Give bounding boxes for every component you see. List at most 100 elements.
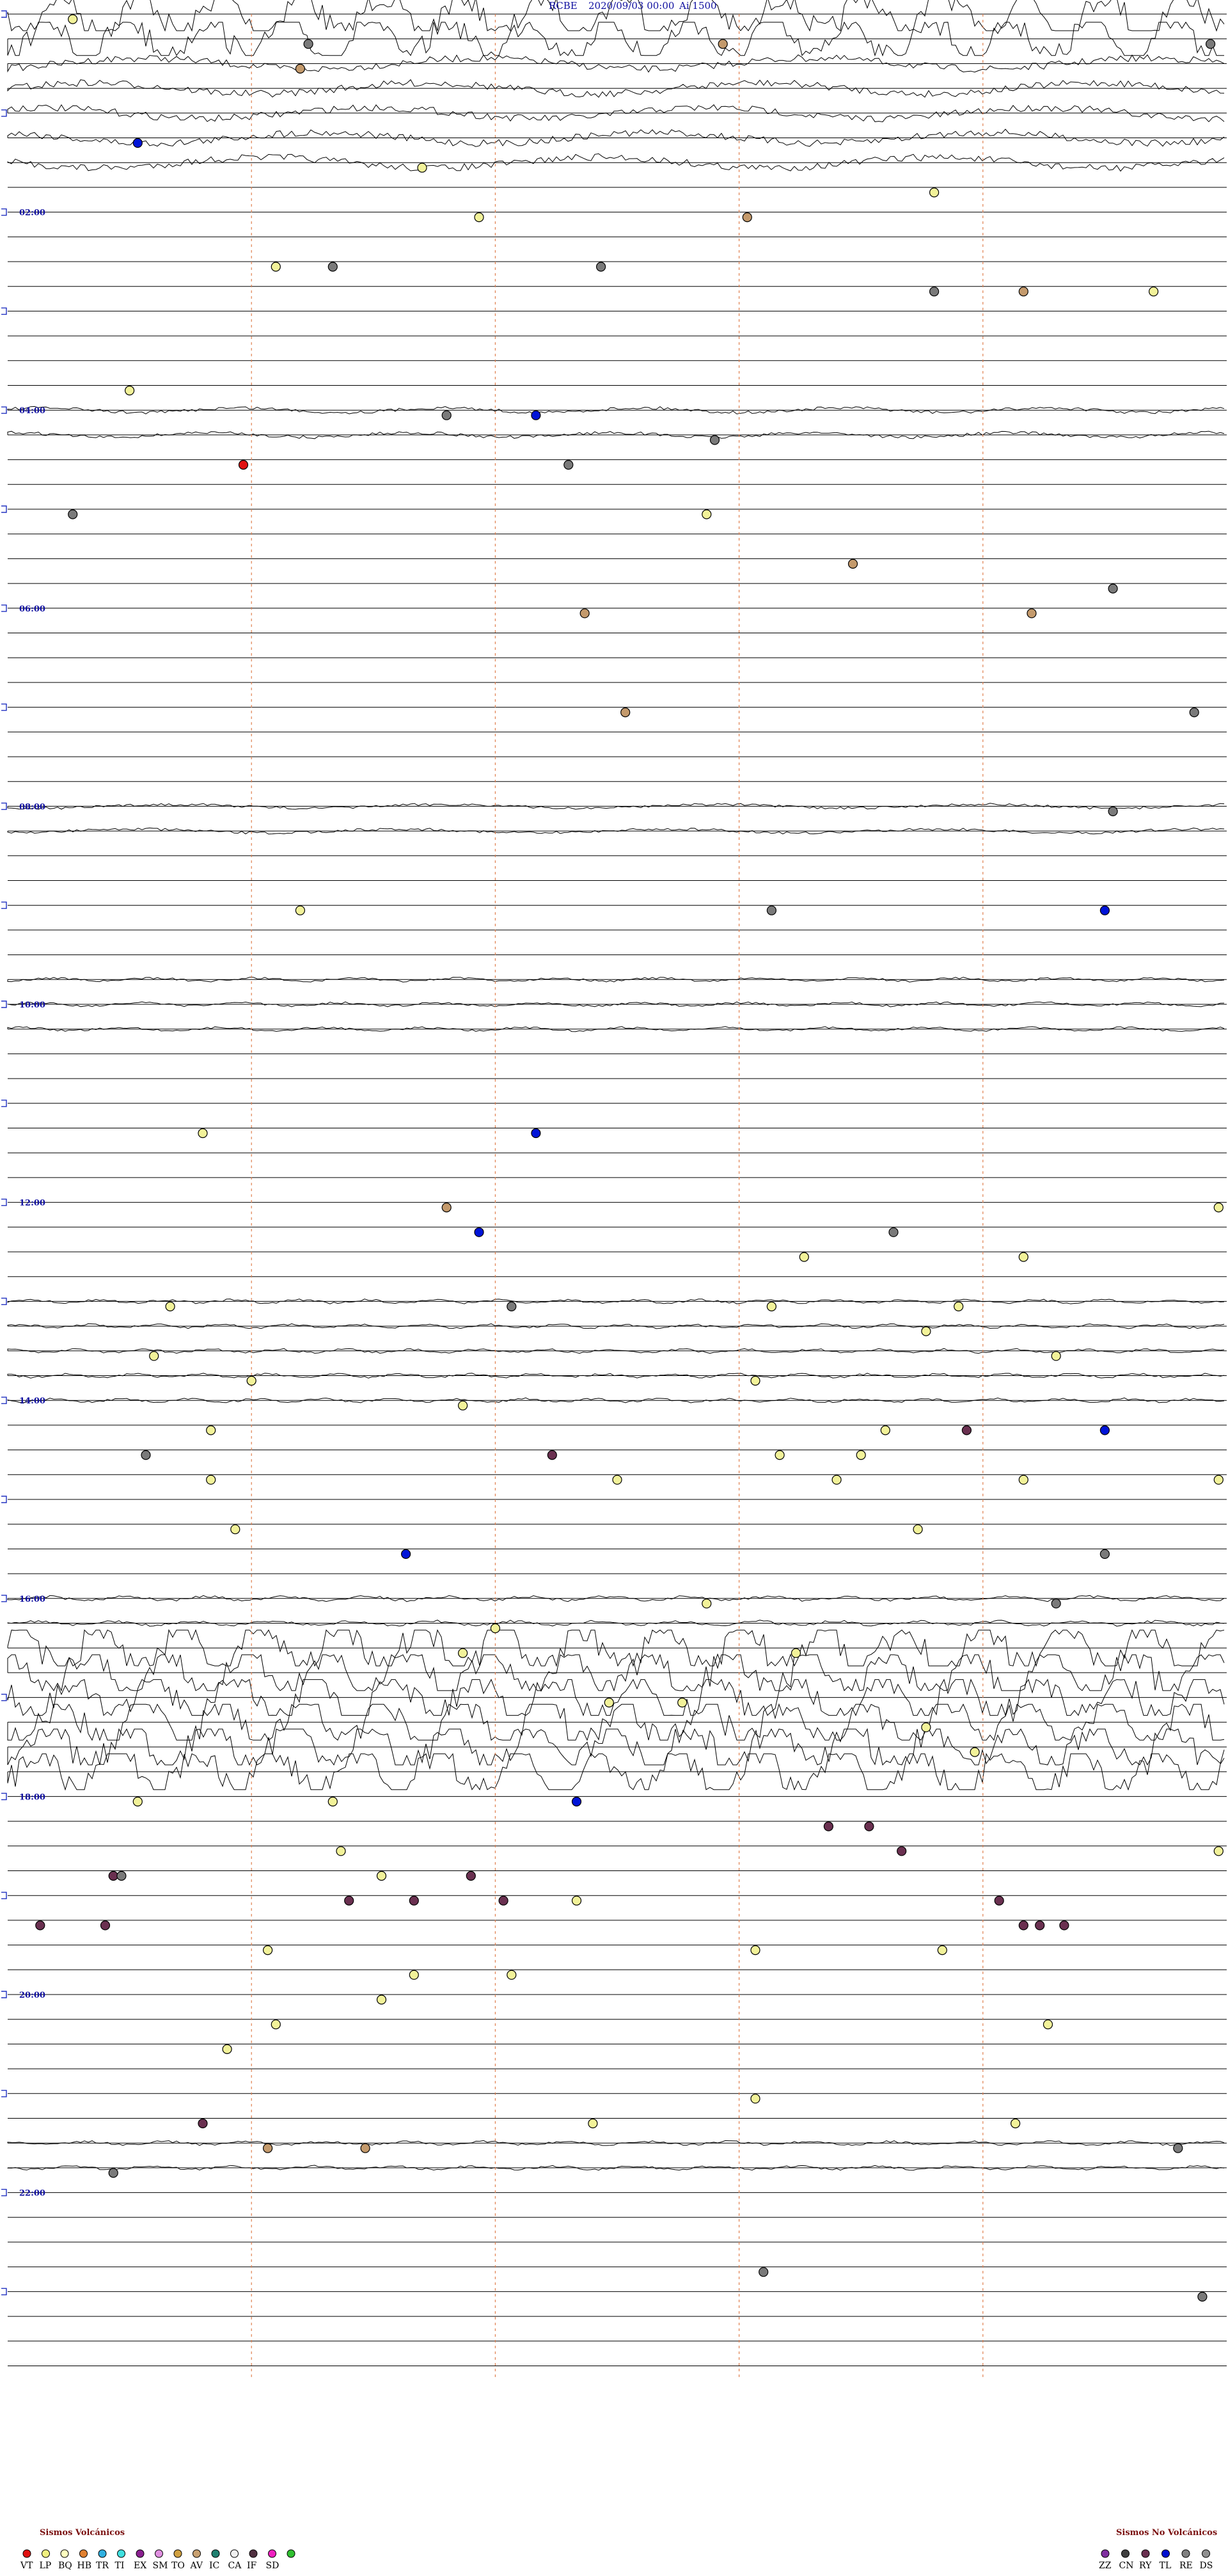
legend-non-volcanic-title: Sismos No Volcánicos [1116,2528,1217,2538]
legend-swatch [193,2549,201,2558]
event-marker [937,1945,947,1956]
event-marker [1018,1252,1028,1262]
event-marker [759,2267,769,2277]
event-marker [263,2143,273,2153]
scale-label: Ai 1500 [679,0,717,12]
hour-label: 02:00 [19,209,45,218]
event-marker [327,1796,338,1806]
event-marker [1059,1920,1069,1931]
event-marker [531,1128,541,1139]
event-marker [100,1920,111,1931]
event-marker [498,1895,508,1906]
legend-swatch [98,2549,107,2558]
event-marker [563,459,574,470]
event-marker [466,1870,476,1881]
event-marker [1051,1599,1061,1609]
event-marker [742,212,752,223]
event-marker [897,1846,907,1856]
event-marker [441,1202,452,1213]
legend-code: CA [228,2561,242,2571]
hour-label: 16:00 [19,1595,45,1604]
event-marker [856,1450,866,1460]
event-marker [295,905,305,915]
event-marker [1213,1474,1224,1485]
legend-code: SM [153,2561,168,2571]
event-marker [327,262,338,272]
event-marker [929,187,940,198]
event-marker [595,262,606,272]
event-marker [132,1796,143,1806]
event-marker [1051,1351,1061,1361]
legend-code: DS [1200,2561,1213,2571]
event-marker [571,1796,582,1806]
event-marker [709,435,720,445]
event-marker [238,459,249,470]
event-marker [409,1895,419,1906]
event-marker [1173,2143,1183,2153]
event-marker [702,1599,712,1609]
legend-swatch [136,2549,145,2558]
event-marker [913,1524,923,1535]
event-marker [588,2118,598,2129]
legend-code: CN [1119,2561,1134,2571]
event-marker [344,1895,354,1906]
event-marker [490,1623,501,1634]
event-marker [1099,905,1110,915]
event-marker [579,608,590,619]
legend-swatch [1202,2549,1210,2558]
event-marker [1010,2118,1021,2129]
event-marker [864,1821,874,1831]
legend-code: BQ [58,2561,72,2571]
hour-label: 14:00 [19,1396,45,1406]
legend-swatch [79,2549,88,2558]
event-marker [198,2118,208,2129]
event-marker [1213,1202,1224,1213]
event-marker [409,1970,419,1980]
event-marker [766,905,777,915]
legend-swatch [117,2549,125,2558]
legend-swatch [22,2549,31,2558]
legend-swatch [173,2549,182,2558]
event-marker [246,1375,256,1386]
event-marker [921,1722,931,1732]
event-marker [994,1895,1004,1906]
hour-label: 10:00 [19,1000,45,1010]
event-marker [125,385,135,396]
event-marker [441,410,452,420]
legend-swatch [268,2549,276,2558]
event-marker [417,162,427,173]
event-marker [1213,1846,1224,1856]
event-marker [799,1252,809,1262]
hour-label: 06:00 [19,604,45,614]
legend-code: AV [190,2561,203,2571]
legend-code: TI [115,2561,125,2571]
event-marker [775,1450,785,1460]
event-marker [68,14,78,24]
event-marker [1189,707,1199,718]
event-marker [1099,1425,1110,1435]
event-marker [271,2019,281,2030]
event-marker [222,2044,232,2054]
event-marker [970,1747,980,1757]
event-marker [230,1524,240,1535]
event-marker [1197,2291,1208,2302]
event-marker [108,1870,118,1881]
event-marker [880,1425,890,1435]
event-marker [954,1301,964,1312]
legend-swatch [155,2549,163,2558]
event-marker [1108,806,1118,817]
event-marker [400,1549,411,1559]
event-marker [571,1895,582,1906]
event-marker [547,1450,557,1460]
legend-code: TL [1160,2561,1172,2571]
legend-volcanic-title: Sismos Volcánicos [40,2528,125,2538]
legend-swatch [230,2549,239,2558]
event-marker [718,39,728,49]
legend-code: HB [77,2561,92,2571]
legend-swatch [1181,2549,1190,2558]
hour-label: 08:00 [19,802,45,812]
event-marker [141,1450,151,1460]
event-marker [888,1227,899,1237]
event-marker [750,1945,760,1956]
legend-swatch [1121,2549,1130,2558]
